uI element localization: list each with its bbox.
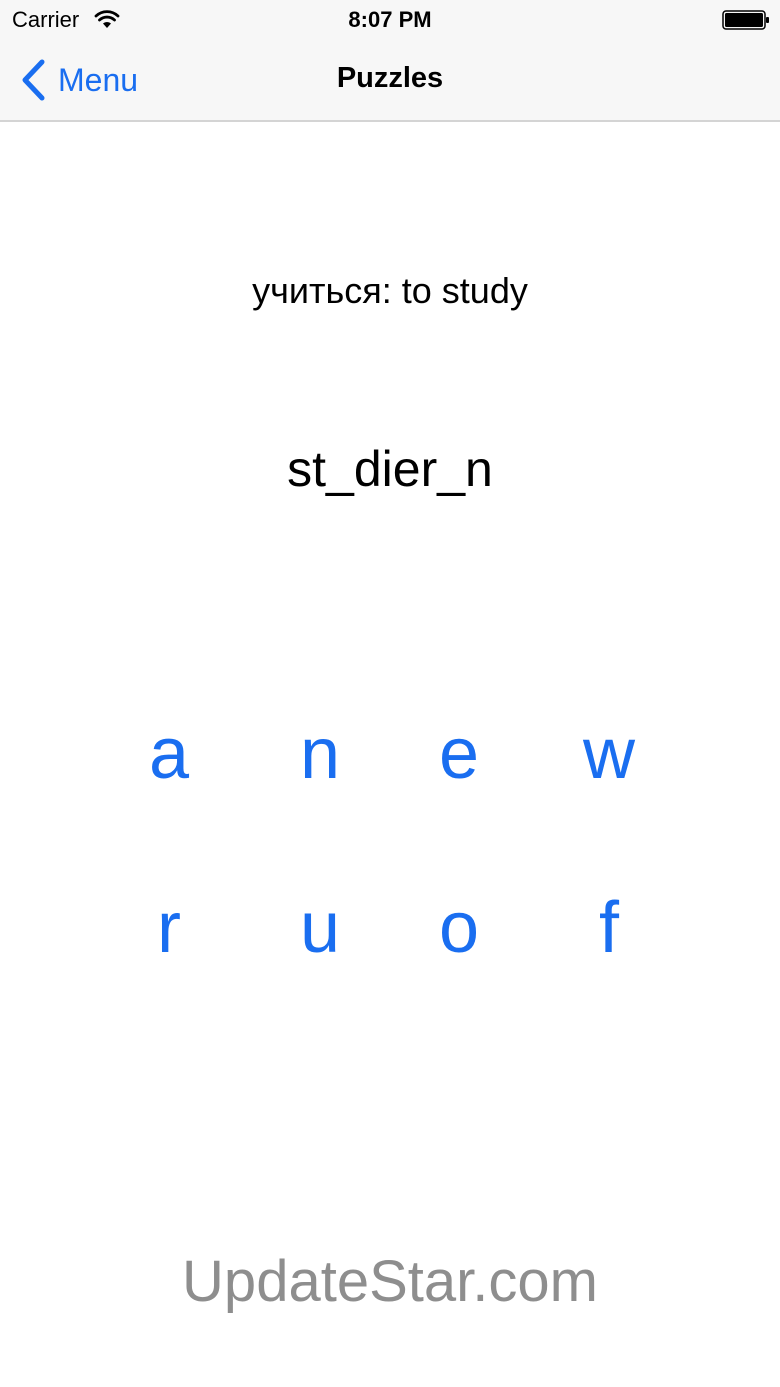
translation-prompt: учиться: to study	[252, 270, 528, 311]
letter-button[interactable]: f	[559, 878, 659, 978]
navigation-bar: Menu Puzzles	[0, 40, 780, 122]
battery-icon	[722, 10, 769, 30]
status-bar: Carrier 8:07 PM	[0, 0, 780, 40]
letter-button[interactable]: a	[119, 704, 219, 804]
letter-button[interactable]: n	[270, 704, 370, 804]
letter-button[interactable]: r	[119, 878, 219, 978]
letter-button[interactable]: o	[409, 878, 509, 978]
watermark: UpdateStar.com	[182, 1249, 598, 1314]
page-title: Puzzles	[336, 62, 444, 94]
puzzle-word: st_dier_n	[287, 441, 493, 497]
letter-button[interactable]: e	[409, 704, 509, 804]
status-time: 8:07 PM	[348, 7, 432, 32]
letter-button[interactable]: w	[559, 704, 659, 804]
letter-button[interactable]: u	[270, 878, 370, 978]
